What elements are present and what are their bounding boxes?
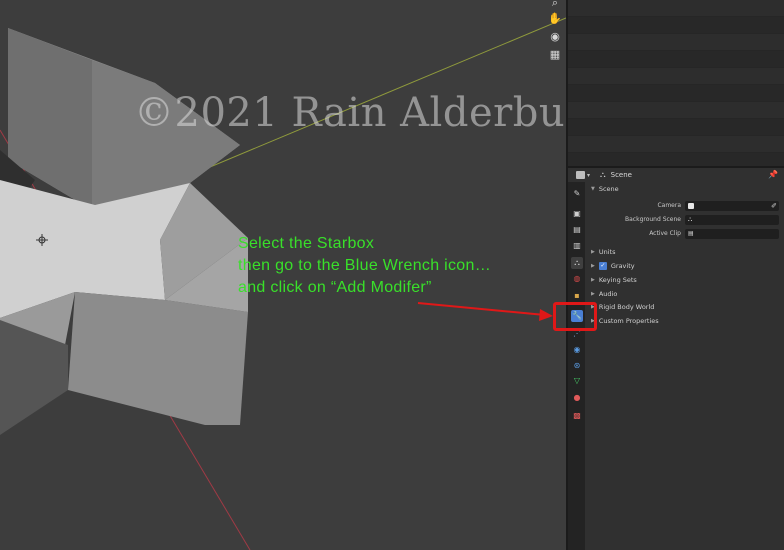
camera-row: Camera ✐ [585, 200, 784, 212]
chevron-right-icon: ▶ [591, 263, 595, 269]
panel-gravity[interactable]: ▶ ✓ Gravity [591, 260, 635, 272]
outliner-row[interactable] [568, 34, 784, 51]
scene-icon: ⛬ [688, 216, 693, 223]
active-clip-row: Active Clip ▤ [585, 228, 784, 240]
active-clip-field[interactable]: ▤ [685, 229, 779, 239]
outliner-panel[interactable] [568, 0, 784, 166]
panel-title: Units [598, 248, 616, 256]
arrow-head [539, 309, 553, 321]
properties-header: ▾ ⛬ Scene 📌 [568, 168, 784, 182]
zoom-icon[interactable]: ⌕ [548, 0, 562, 10]
physics-icon[interactable]: ◉ [571, 344, 583, 356]
panel-scene[interactable]: ▼ Scene [591, 183, 619, 195]
highlight-callout [553, 302, 597, 331]
panel-custom-properties[interactable]: ▶ Custom Properties [591, 315, 659, 327]
gravity-checkbox[interactable]: ✓ [598, 262, 607, 270]
output-icon[interactable]: ▤ [571, 224, 583, 236]
collection-icon[interactable]: ▪ [571, 290, 583, 302]
properties-tabs: ✎ ▣ ▤ ▥ ⛬ ◍ ▪ 🔧 ⋰ ◉ ⊛ ▽ ● ▩ [568, 182, 585, 550]
chevron-right-icon: ▶ [591, 277, 595, 283]
camera-field[interactable]: ✐ [685, 201, 779, 211]
hand-pan-icon[interactable]: ✋ [548, 12, 562, 26]
panel-title: Scene [598, 185, 619, 193]
tool-icon[interactable]: ✎ [571, 188, 583, 200]
scene-icon[interactable]: ⛬ [571, 257, 583, 269]
outliner-row[interactable] [568, 85, 784, 102]
3d-viewport[interactable]: ⌕ ✋ ◉ ▦ ©2021 Rain Alderbury Select the … [0, 0, 566, 550]
outliner-row[interactable] [568, 102, 784, 119]
panel-title: Keying Sets [598, 276, 637, 284]
breadcrumb-title: Scene [610, 171, 632, 179]
arrow-line [417, 302, 546, 316]
material-icon[interactable]: ● [571, 392, 583, 404]
chevron-right-icon: ▶ [591, 291, 595, 297]
background-scene-label: Background Scene [625, 216, 681, 223]
grid-view-icon[interactable]: ▦ [548, 48, 562, 62]
outliner-row[interactable] [568, 0, 784, 17]
camera-view-icon[interactable]: ◉ [548, 30, 562, 44]
background-scene-field[interactable]: ⛬ [685, 215, 779, 225]
panel-title: Rigid Body World [598, 303, 655, 311]
editor-type-icon[interactable] [576, 171, 585, 179]
instruction-text: Select the Starbox then go to the Blue W… [238, 233, 491, 299]
constraints-icon[interactable]: ⊛ [571, 360, 583, 372]
view-layer-icon[interactable]: ▥ [571, 240, 583, 252]
outliner-row[interactable] [568, 68, 784, 85]
chevron-right-icon: ▶ [591, 249, 595, 255]
panel-title: Custom Properties [598, 317, 659, 325]
clip-icon: ▤ [688, 230, 694, 237]
panel-title: Gravity [610, 262, 635, 270]
data-icon[interactable]: ▽ [571, 375, 583, 387]
camera-label: Camera [657, 202, 681, 209]
outliner-row[interactable] [568, 51, 784, 68]
texture-icon[interactable]: ▩ [571, 410, 583, 422]
panel-rigid-body-world[interactable]: ▶ Rigid Body World [591, 301, 654, 313]
scene-icon: ⛬ [600, 170, 606, 179]
panel-keying-sets[interactable]: ▶ Keying Sets [591, 274, 637, 286]
camera-icon [688, 203, 694, 209]
active-clip-label: Active Clip [649, 230, 681, 237]
eyedropper-icon[interactable]: ✐ [771, 201, 777, 211]
outliner-row[interactable] [568, 153, 784, 166]
world-icon[interactable]: ◍ [571, 273, 583, 285]
properties-panel: ▼ Scene Camera ✐ Background Scene ⛬ Acti… [585, 182, 784, 550]
render-icon[interactable]: ▣ [571, 208, 583, 220]
starbox-front-face [68, 292, 248, 425]
instruction-line: then go to the Blue Wrench icon… [238, 257, 492, 274]
chevron-down-icon[interactable]: ▾ [587, 172, 590, 179]
panel-units[interactable]: ▶ Units [591, 246, 615, 258]
background-scene-row: Background Scene ⛬ [585, 214, 784, 226]
panel-title: Audio [598, 290, 618, 298]
outliner-row[interactable] [568, 119, 784, 136]
outliner-row[interactable] [568, 17, 784, 34]
panel-audio[interactable]: ▶ Audio [591, 288, 617, 300]
outliner-row[interactable] [568, 136, 784, 153]
instruction-line: Select the Starbox [238, 235, 375, 252]
watermark: ©2021 Rain Alderbury [134, 90, 566, 136]
pin-icon[interactable]: 📌 [768, 170, 778, 179]
instruction-line: and click on “Add Modifer” [238, 279, 432, 296]
chevron-down-icon: ▼ [591, 186, 595, 192]
